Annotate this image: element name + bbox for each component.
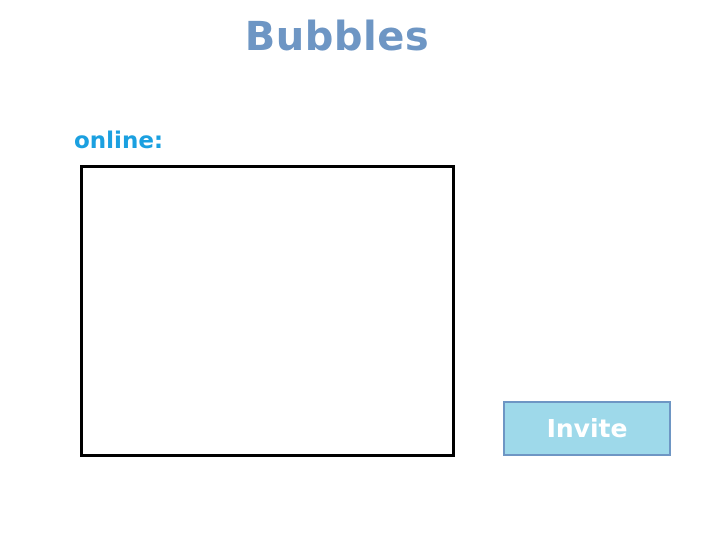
- online-users-list[interactable]: [80, 165, 455, 457]
- online-label: online:: [74, 128, 164, 154]
- app-title: Bubbles: [244, 14, 430, 60]
- invite-button[interactable]: Invite: [503, 401, 671, 456]
